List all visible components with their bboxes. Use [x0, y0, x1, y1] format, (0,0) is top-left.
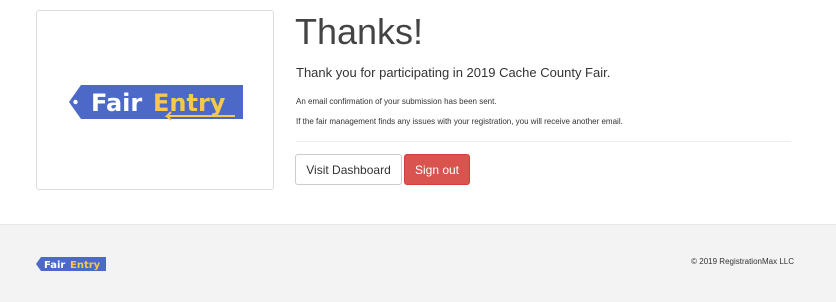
divider — [296, 141, 791, 142]
logo-word-fair: Fair — [44, 260, 65, 271]
confirmation-notice: An email confirmation of your submission… — [296, 97, 497, 106]
ticket-hole — [73, 99, 78, 105]
footer: Fair Entry © 2019 RegistrationMax LLC — [0, 224, 836, 302]
logo-word-entry: Entry — [70, 260, 101, 271]
visit-dashboard-button[interactable]: Visit Dashboard — [295, 154, 402, 185]
issues-notice: If the fair management finds any issues … — [296, 117, 623, 126]
logo-word-entry: Entry — [153, 89, 226, 117]
copyright-text: © 2019 RegistrationMax LLC — [691, 257, 794, 266]
fairentry-logo: Fair Entry — [69, 85, 243, 121]
logo-card: Fair Entry — [36, 10, 274, 190]
sign-out-button[interactable]: Sign out — [404, 154, 470, 185]
lead-text: Thank you for participating in 2019 Cach… — [296, 65, 611, 80]
page-title: Thanks! — [295, 11, 424, 52]
footer-logo[interactable]: Fair Entry — [35, 256, 107, 272]
logo-word-fair: Fair — [91, 89, 142, 117]
